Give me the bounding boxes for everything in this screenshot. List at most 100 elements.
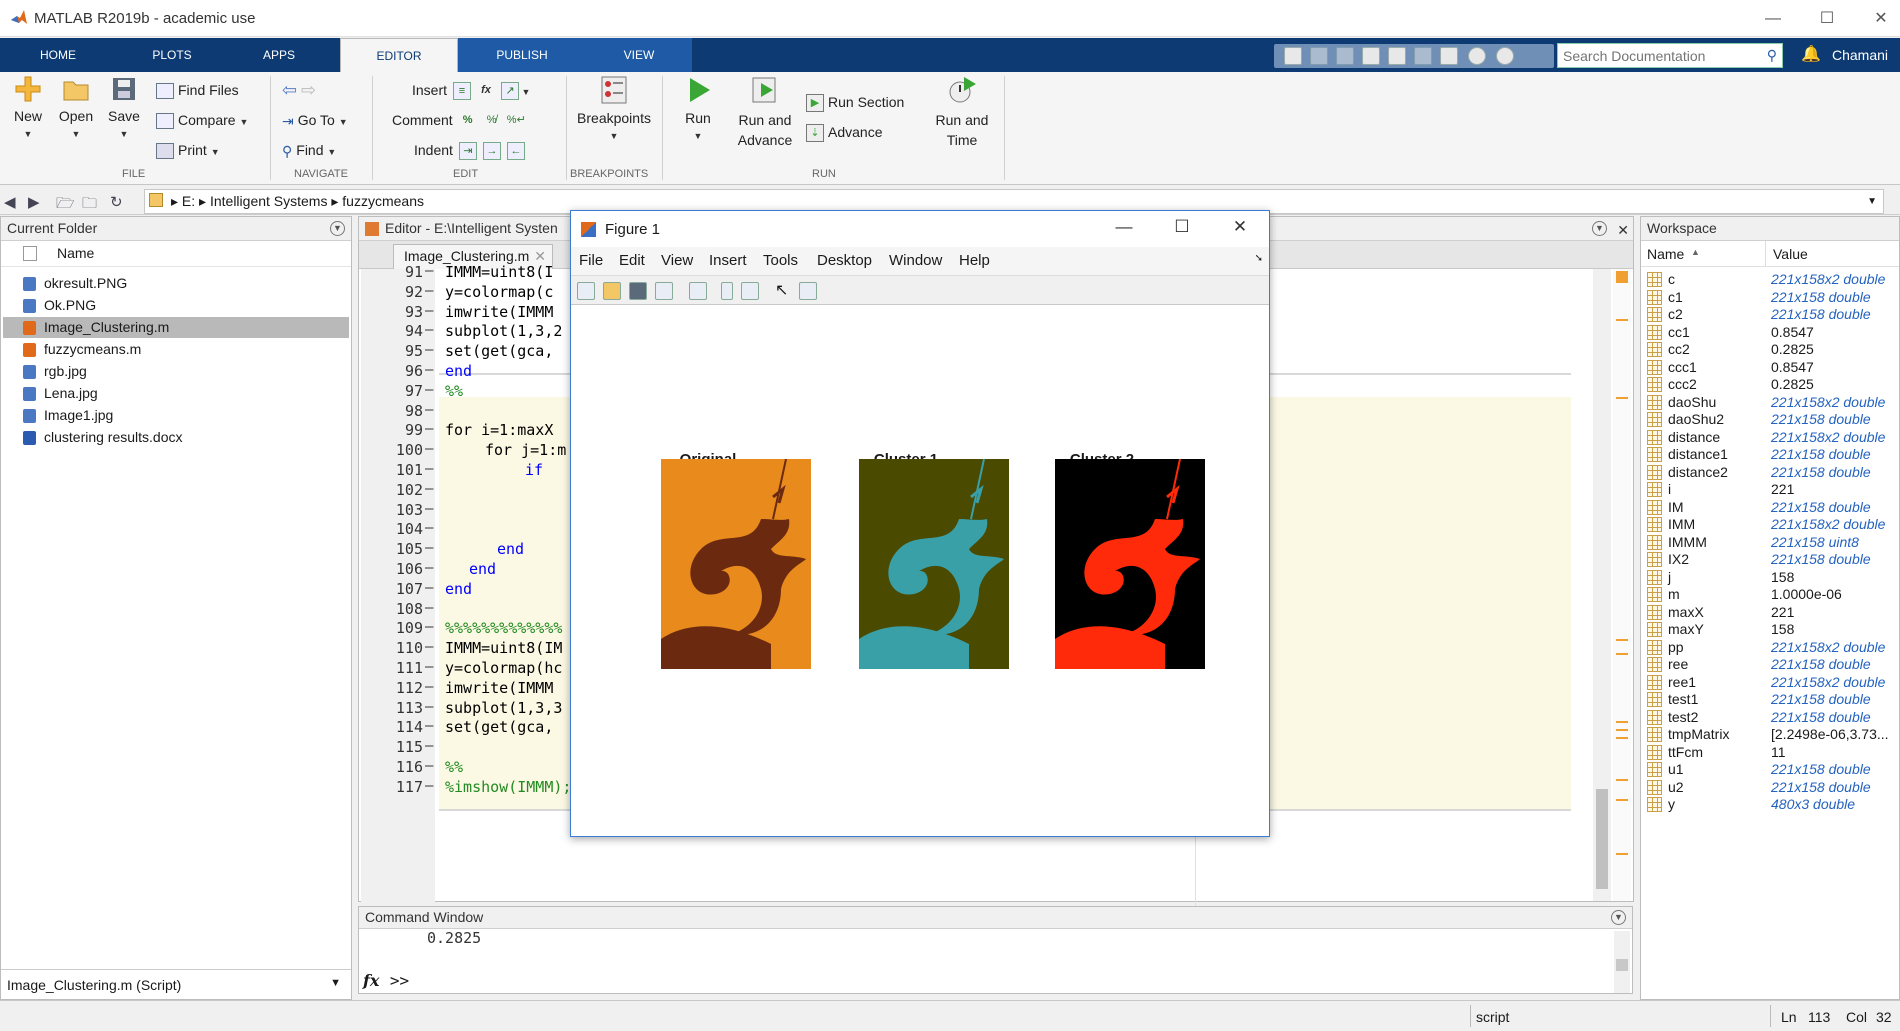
- warning-marker[interactable]: [1616, 319, 1628, 321]
- line-dash[interactable]: –: [425, 600, 433, 616]
- panel-menu-icon[interactable]: ▼: [330, 221, 345, 236]
- tab-home[interactable]: HOME: [20, 38, 96, 72]
- figure-menu-insert[interactable]: Insert: [709, 252, 747, 269]
- line-dash[interactable]: –: [425, 283, 433, 299]
- wrap-comment-icon[interactable]: %↵: [507, 112, 526, 130]
- uncomment-icon[interactable]: %̸: [483, 112, 501, 130]
- folder-details-bar[interactable]: Image_Clustering.m (Script) ▼: [1, 969, 351, 999]
- file-row[interactable]: Ok.PNG: [23, 295, 96, 316]
- open-button[interactable]: Open ▼: [56, 74, 96, 140]
- warning-marker[interactable]: [1616, 639, 1628, 641]
- line-dash[interactable]: –: [425, 778, 433, 794]
- figure-maximize-button[interactable]: ☐: [1167, 217, 1197, 237]
- run-section-button[interactable]: ▶ Run Section: [806, 94, 904, 113]
- colorbar-icon[interactable]: [721, 282, 733, 300]
- go-to-button[interactable]: ⇥ Go To ▼: [282, 112, 348, 130]
- tab-view[interactable]: VIEW: [586, 38, 692, 72]
- redo-icon[interactable]: [1414, 47, 1432, 65]
- figure-menu-desktop[interactable]: Desktop: [817, 252, 872, 269]
- paste-icon[interactable]: [1362, 47, 1380, 65]
- line-dash[interactable]: –: [425, 758, 433, 774]
- options-icon[interactable]: [1496, 47, 1514, 65]
- warning-square-icon[interactable]: [1616, 271, 1628, 283]
- indent-button[interactable]: Indent ⇥ → ←: [414, 142, 525, 161]
- code-line[interactable]: %imshow(IMMM);: [445, 778, 571, 796]
- back-arrow-icon[interactable]: ◀: [4, 193, 16, 211]
- line-dash[interactable]: –: [425, 382, 433, 398]
- line-dash[interactable]: –: [425, 501, 433, 517]
- subplot-cluster2-image[interactable]: [1055, 459, 1205, 669]
- link-plot-icon[interactable]: [689, 282, 707, 300]
- property-inspector-icon[interactable]: [799, 282, 817, 300]
- switch-windows-icon[interactable]: [1440, 47, 1458, 65]
- code-line[interactable]: end: [469, 560, 496, 578]
- file-row[interactable]: okresult.PNG: [23, 273, 127, 294]
- line-dash[interactable]: –: [425, 402, 433, 418]
- user-account[interactable]: Chamani: [1832, 47, 1888, 63]
- comment-button[interactable]: Comment% %̸ %↵: [392, 112, 526, 130]
- search-input[interactable]: [1558, 44, 1748, 67]
- smart-indent-icon[interactable]: ⇥: [458, 142, 477, 161]
- line-dash[interactable]: –: [425, 619, 433, 635]
- compare-button[interactable]: Compare ▼: [156, 112, 248, 130]
- line-dash[interactable]: –: [425, 342, 433, 358]
- print-figure-icon[interactable]: [655, 282, 673, 300]
- cut-icon[interactable]: [1310, 47, 1328, 65]
- up-folder-icon[interactable]: 🗁: [56, 193, 75, 218]
- find-files-button[interactable]: Find Files: [156, 82, 239, 100]
- tab-apps[interactable]: APPS: [246, 38, 312, 72]
- forward-arrow-icon[interactable]: ▶: [28, 193, 40, 211]
- save-figure-icon[interactable]: [629, 282, 647, 300]
- subplot-cluster1-image[interactable]: [859, 459, 1009, 669]
- code-line[interactable]: for j=1:m: [485, 441, 566, 459]
- chevron-down-icon[interactable]: ▼: [330, 977, 341, 989]
- run-and-advance-button[interactable]: Run and Advance: [732, 74, 798, 150]
- undo-icon[interactable]: [1388, 47, 1406, 65]
- refresh-icon[interactable]: ↻: [110, 193, 123, 211]
- close-editor-icon[interactable]: ✕: [1617, 219, 1629, 242]
- figure-minimize-button[interactable]: —: [1109, 217, 1139, 237]
- figure-menu-edit[interactable]: Edit: [619, 252, 645, 269]
- line-dash[interactable]: –: [425, 263, 433, 279]
- save-icon[interactable]: [1284, 47, 1302, 65]
- code-line[interactable]: %%: [445, 758, 463, 776]
- fx-function-browser-icon[interactable]: fx: [363, 971, 379, 990]
- code-line[interactable]: for i=1:maxX: [445, 421, 553, 439]
- figure-menu-help[interactable]: Help: [959, 252, 990, 269]
- editor-scrollbar[interactable]: [1593, 269, 1611, 901]
- increase-indent-icon[interactable]: →: [482, 142, 501, 161]
- scrollbar-thumb[interactable]: [1596, 789, 1608, 889]
- fx-icon[interactable]: fx: [477, 82, 495, 100]
- print-button[interactable]: Print ▼: [156, 142, 220, 160]
- help-icon[interactable]: [1468, 47, 1486, 65]
- warning-marker[interactable]: [1616, 737, 1628, 739]
- advance-button[interactable]: ⇣ Advance: [806, 124, 882, 143]
- minimize-button[interactable]: —: [1758, 6, 1788, 32]
- workspace-row[interactable]: y 480x3 double: [1641, 794, 1899, 815]
- new-figure-icon[interactable]: [577, 282, 595, 300]
- tab-editor[interactable]: EDITOR: [340, 38, 458, 72]
- figure-menu-window[interactable]: Window: [889, 252, 942, 269]
- open-file-icon[interactable]: [603, 282, 621, 300]
- column-name[interactable]: Name: [1647, 246, 1684, 262]
- warning-marker[interactable]: [1616, 653, 1628, 655]
- warning-marker[interactable]: [1616, 729, 1628, 731]
- line-dash[interactable]: –: [425, 540, 433, 556]
- code-line[interactable]: IMMM=uint8(IM: [445, 639, 562, 657]
- code-line[interactable]: set(get(gca,: [445, 342, 553, 360]
- warning-marker[interactable]: [1616, 853, 1628, 855]
- insert-button[interactable]: Insert ≡ fx ↗ ▼: [412, 82, 530, 101]
- run-and-time-button[interactable]: Run and Time: [930, 74, 994, 150]
- warning-marker[interactable]: [1616, 779, 1628, 781]
- line-dash[interactable]: –: [425, 481, 433, 497]
- line-dash[interactable]: –: [425, 322, 433, 338]
- edit-plot-arrow-icon[interactable]: ↖: [775, 282, 793, 300]
- breakpoints-button[interactable]: Breakpoints ▼: [572, 74, 656, 142]
- figure-title-bar[interactable]: Figure 1 — ☐ ✕: [571, 211, 1269, 247]
- warning-marker[interactable]: [1616, 721, 1628, 723]
- code-line[interactable]: y=colormap(hc: [445, 659, 562, 677]
- code-line[interactable]: subplot(1,3,2: [445, 322, 562, 340]
- notification-bell-icon[interactable]: 🔔: [1801, 44, 1821, 64]
- new-button[interactable]: New ▼: [10, 74, 46, 140]
- line-dash[interactable]: –: [425, 520, 433, 536]
